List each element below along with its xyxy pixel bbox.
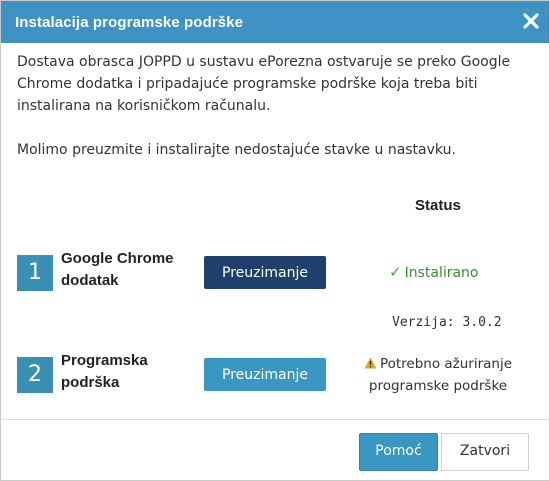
version-label: Verzija: 3.0.2 [392, 315, 502, 330]
help-button[interactable]: Pomoć [359, 433, 438, 471]
dialog-title: Instalacija programske podrške [15, 14, 244, 31]
dialog-titlebar: Instalacija programske podrške [1, 1, 549, 43]
warning-icon [364, 355, 377, 376]
checkmark-icon: ✓ [389, 263, 402, 281]
item-name-line: Google Chrome [61, 250, 174, 267]
update-required-status: Potrebno ažuriranje programske podrške [357, 354, 519, 397]
installed-status: ✓ Instalirano [389, 263, 479, 281]
close-icon[interactable] [523, 12, 539, 30]
item-name-line: dodatak [61, 272, 119, 289]
installed-status-text: Instalirano [404, 265, 479, 281]
intro-text: Dostava obrasca JOPPD u sustavu ePorezna… [17, 51, 537, 161]
status-column-header: Status [415, 197, 461, 214]
update-required-text-line-2: programske podrške [368, 378, 508, 394]
installation-dialog: Instalacija programske podrške Dostava o… [0, 0, 550, 481]
item-name-google-chrome-extension: Google Chrome dodatak [61, 248, 174, 292]
step-number-badge: 1 [17, 255, 53, 291]
intro-paragraph-2: Molimo preuzmite i instalirajte nedostaj… [17, 142, 456, 158]
item-name-software: Programska podrška [61, 350, 148, 394]
item-name-line: podrška [61, 374, 120, 391]
footer-divider [1, 419, 549, 420]
intro-paragraph-1: Dostava obrasca JOPPD u sustavu ePorezna… [17, 54, 511, 114]
download-chrome-extension-button[interactable]: Preuzimanje [204, 256, 326, 289]
download-software-button[interactable]: Preuzimanje [204, 358, 326, 391]
item-name-line: Programska [61, 352, 148, 369]
step-number-badge: 2 [17, 357, 53, 393]
close-button[interactable]: Zatvori [441, 433, 529, 471]
update-required-text-line-1: Potrebno ažuriranje [379, 356, 513, 372]
